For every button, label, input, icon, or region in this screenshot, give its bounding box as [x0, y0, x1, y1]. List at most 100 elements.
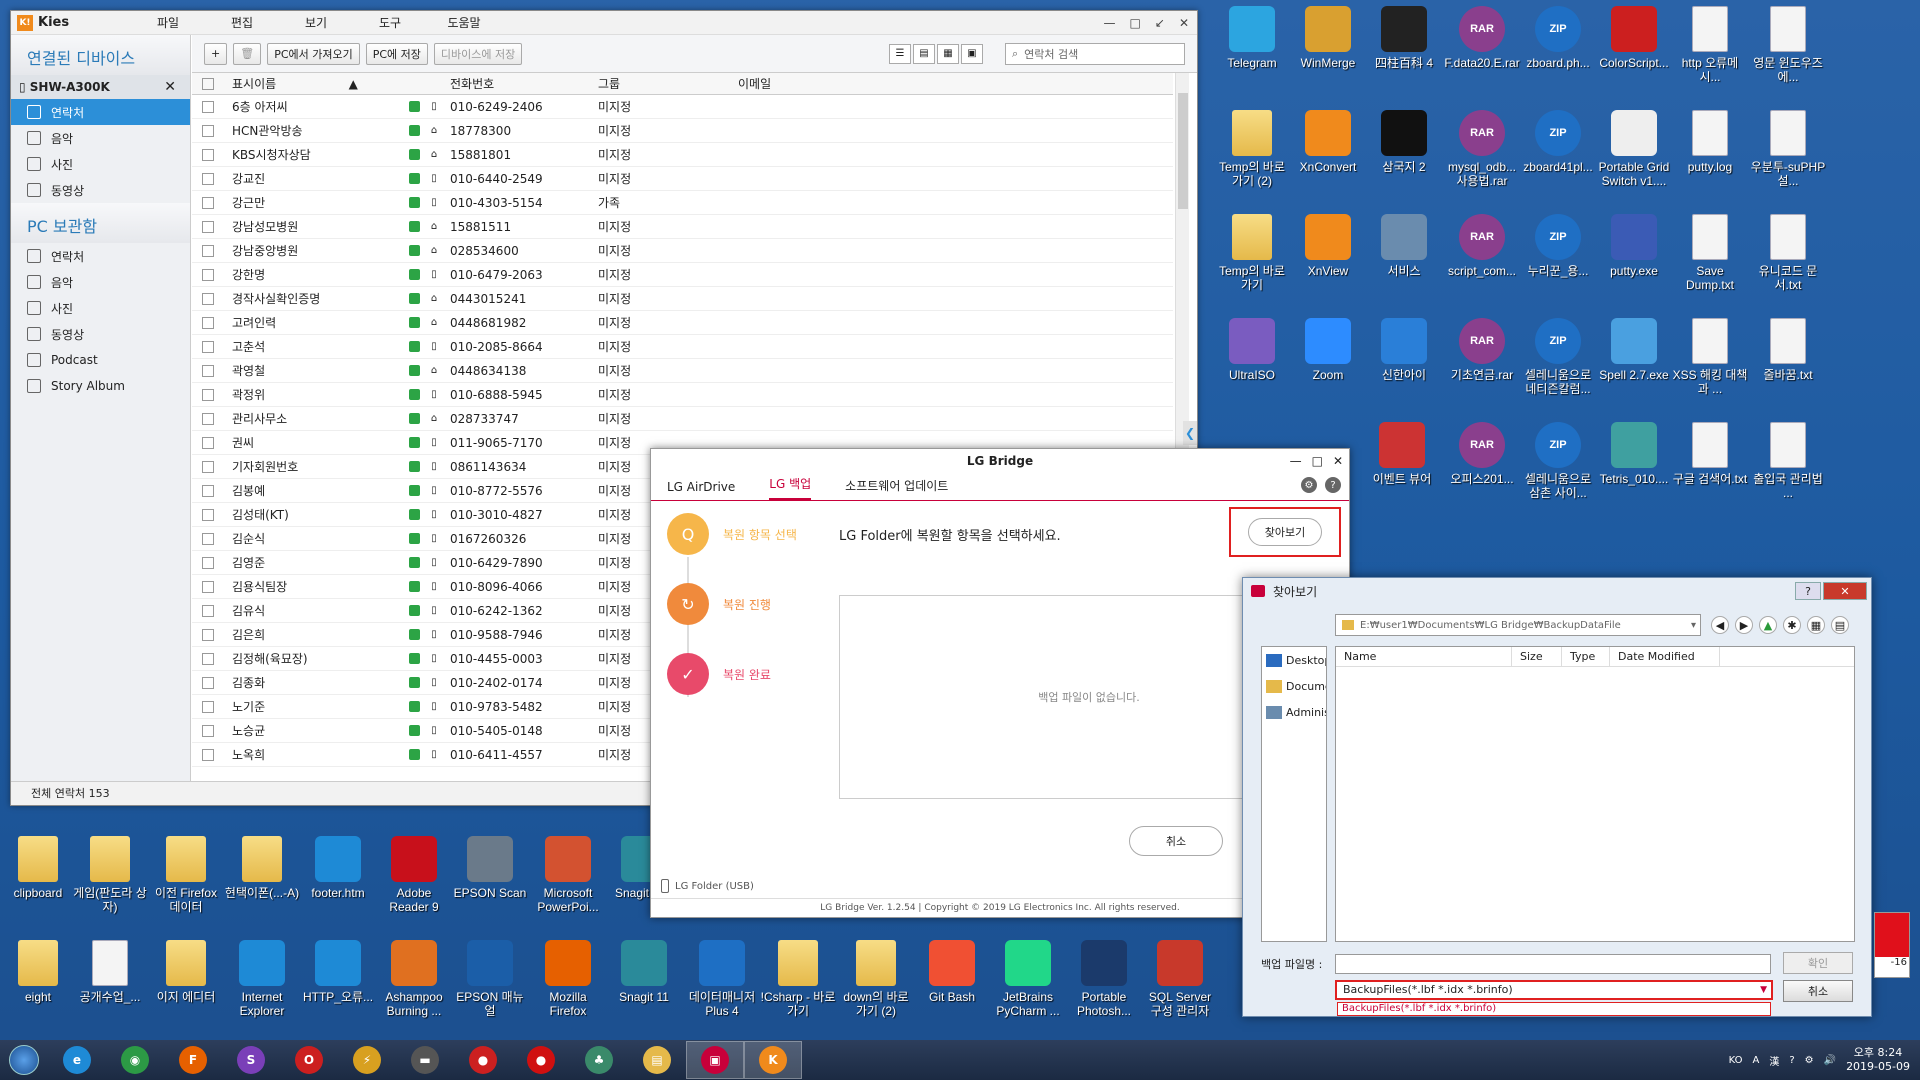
desktop-icon[interactable]: Temp의 바로 가기 [1214, 214, 1290, 292]
desktop-icon[interactable]: 게임(판도라 상자) [72, 836, 148, 914]
taskbar-tool[interactable]: ⚡ [338, 1041, 396, 1079]
row-checkbox[interactable] [192, 196, 224, 209]
row-checkbox[interactable] [192, 124, 224, 137]
browse-button[interactable]: 찾아보기 [1247, 518, 1323, 546]
close-button[interactable]: ✕ [1179, 16, 1189, 30]
row-checkbox[interactable] [192, 172, 224, 185]
desktop-icon[interactable]: 신한아이 [1366, 318, 1442, 382]
phone-call-icon[interactable] [404, 101, 424, 112]
tab-lg-backup[interactable]: LG 백업 [769, 475, 812, 500]
row-checkbox[interactable] [192, 652, 224, 665]
desktop-icon[interactable]: RAR 오피스201... [1444, 422, 1520, 486]
row-checkbox[interactable] [192, 532, 224, 545]
col-file-date[interactable]: Date Modified [1610, 646, 1720, 667]
desktop-icon[interactable]: WinMerge [1290, 6, 1366, 70]
file-type-select[interactable]: BackupFiles(*.lbf *.idx *.brinfo) ▼ [1335, 980, 1773, 1000]
add-contact-button[interactable]: + [204, 42, 228, 65]
sidebar-item-video[interactable]: 동영상 [11, 177, 190, 203]
phone-call-icon[interactable] [404, 269, 424, 280]
phone-call-icon[interactable] [404, 677, 424, 688]
detail-view-icon[interactable]: ▤ [913, 43, 935, 64]
row-checkbox[interactable] [192, 436, 224, 449]
table-row[interactable]: 고려인력 ⌂ 0448681982 미지정 [192, 311, 1173, 335]
row-checkbox[interactable] [192, 268, 224, 281]
table-row[interactable]: KBS시청자상담 ⌂ 15881801 미지정 [192, 143, 1173, 167]
desktop-icon[interactable]: 유니코드 문서.txt [1750, 214, 1826, 292]
phone-call-icon[interactable] [404, 413, 424, 424]
sidebar-item-podcast[interactable]: Podcast [11, 347, 190, 373]
hanja-icon[interactable]: 漢 [1769, 1053, 1779, 1068]
phone-call-icon[interactable] [404, 701, 424, 712]
taskbar-pokeball[interactable]: ● [454, 1041, 512, 1079]
ime-settings-icon[interactable]: ⚙ [1805, 1055, 1814, 1066]
desktop-icon[interactable]: putty.log [1672, 110, 1748, 174]
file-type-option[interactable]: BackupFiles(*.lbf *.idx *.brinfo) [1337, 1002, 1771, 1016]
clock[interactable]: 오후 8:24 2019-05-09 [1846, 1046, 1910, 1074]
chevron-down-icon[interactable]: ▼ [1760, 982, 1767, 998]
taskbar-sapp[interactable]: S [222, 1041, 280, 1079]
chevron-down-icon[interactable]: ▾ [1691, 620, 1696, 631]
scrollbar-thumb[interactable] [1178, 93, 1188, 209]
taskbar-tree[interactable]: ♣ [570, 1041, 628, 1079]
forward-icon[interactable]: ▶ [1735, 616, 1753, 634]
list-view-icon[interactable]: ☰ [889, 43, 911, 64]
collapse-panel-icon[interactable]: ❮ [1183, 421, 1197, 445]
place-item[interactable]: Docume [1262, 673, 1326, 699]
desktop-icon[interactable]: eight [0, 940, 76, 1004]
phone-call-icon[interactable] [404, 485, 424, 496]
minimize-button[interactable]: — [1104, 16, 1116, 30]
menu-tools[interactable]: 도구 [353, 14, 427, 31]
desktop-icon[interactable]: XSS 해킹 대책과 ... [1672, 318, 1748, 396]
phone-call-icon[interactable] [404, 173, 424, 184]
col-phone[interactable]: 전화번호 [444, 75, 594, 92]
desktop-icon[interactable]: EPSON Scan [452, 836, 528, 900]
disconnect-icon[interactable]: ✕ [164, 79, 176, 95]
desktop-icon[interactable]: JetBrains PyCharm ... [990, 940, 1066, 1018]
row-checkbox[interactable] [192, 100, 224, 113]
contact-search-input[interactable]: ⌕ 연락처 검색 [1005, 42, 1185, 65]
list-view-icon[interactable]: ▦ [1807, 616, 1825, 634]
desktop-icon[interactable]: ZIP 셀레니움으로 삼촌 사이... [1520, 422, 1596, 500]
lg-minimize-button[interactable]: — [1290, 449, 1302, 473]
desktop-icon[interactable]: down의 바로 가기 (2) [838, 940, 914, 1018]
lg-cancel-button[interactable]: 취소 [1129, 826, 1223, 856]
phone-call-icon[interactable] [404, 437, 424, 448]
save-to-pc-button[interactable]: PC에 저장 [365, 42, 428, 65]
taskbar-hdd[interactable]: ▬ [396, 1041, 454, 1079]
ime-mode-icon[interactable]: A [1752, 1055, 1759, 1066]
dialog-close-button[interactable]: ✕ [1823, 582, 1867, 600]
desktop-icon[interactable]: Spell 2.7.exe [1596, 318, 1672, 382]
desktop-icon[interactable]: Portable Photosh... [1066, 940, 1142, 1018]
col-file-size[interactable]: Size [1512, 646, 1562, 667]
phone-call-icon[interactable] [404, 245, 424, 256]
delete-button[interactable]: 🗑 [233, 42, 262, 65]
taskbar-chrome[interactable]: ◉ [106, 1041, 164, 1079]
table-row[interactable]: 6층 아저씨 ▯ 010-6249-2406 미지정 [192, 95, 1173, 119]
volume-icon[interactable]: 🔊 [1824, 1055, 1836, 1066]
sidebar-item-music[interactable]: 음악 [11, 269, 190, 295]
desktop-icon[interactable]: 줄바꿈.txt [1750, 318, 1826, 382]
desktop-icon[interactable]: !Csharp - 바로 가기 [760, 940, 836, 1018]
desktop-icon[interactable]: 우분투-suPHP 설... [1750, 110, 1826, 188]
up-icon[interactable]: ▲ [1759, 616, 1777, 634]
phone-call-icon[interactable] [404, 389, 424, 400]
tab-software-update[interactable]: 소프트웨어 업데이트 [845, 477, 948, 500]
desktop-icon[interactable]: 이전 Firefox 데이터 [148, 836, 224, 914]
start-button[interactable] [0, 1040, 48, 1080]
lg-maximize-button[interactable]: □ [1312, 449, 1323, 473]
desktop-icon[interactable]: Portable Grid Switch v1.... [1596, 110, 1672, 188]
phone-call-icon[interactable] [404, 509, 424, 520]
col-group[interactable]: 그룹 [594, 75, 734, 92]
grid-view-icon[interactable]: ▦ [937, 43, 959, 64]
table-row[interactable]: 고춘석 ▯ 010-2085-8664 미지정 [192, 335, 1173, 359]
desktop-icon[interactable]: putty.exe [1596, 214, 1672, 278]
desktop-icon[interactable]: footer.htm [300, 836, 376, 900]
phone-call-icon[interactable] [404, 461, 424, 472]
phone-call-icon[interactable] [404, 581, 424, 592]
desktop-icon[interactable]: ZIP 셀레니움으로 네티즌칼럼... [1520, 318, 1596, 396]
phone-call-icon[interactable] [404, 725, 424, 736]
row-checkbox[interactable] [192, 412, 224, 425]
import-from-pc-button[interactable]: PC에서 가져오기 [267, 42, 360, 65]
ok-button[interactable]: 확인 [1783, 952, 1853, 974]
menu-edit[interactable]: 편집 [205, 14, 279, 31]
